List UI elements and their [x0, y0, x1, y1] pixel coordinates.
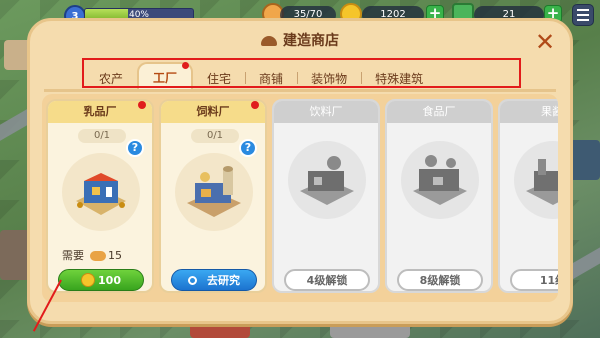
build-count: 0/1 — [191, 129, 239, 143]
unlock-level-button[interactable]: 8级解锁 — [397, 269, 483, 291]
research-label: 去研究 — [207, 274, 240, 287]
feed-mill-building-image — [175, 153, 253, 231]
building-card-dairy[interactable]: 乳品厂 0/1 ? 需要 15 100 — [46, 99, 154, 293]
search-icon — [188, 276, 197, 285]
building-card-beverage[interactable]: 饮料厂 4级解锁 — [272, 99, 380, 293]
beverage-building-image — [288, 141, 366, 219]
tab-highlight-box — [82, 58, 521, 88]
unlock-level-button[interactable]: 11级 — [510, 269, 558, 291]
unlock-level-button[interactable]: 4级解锁 — [284, 269, 370, 291]
food-building-image — [401, 141, 479, 219]
menu-icon[interactable] — [572, 4, 594, 26]
research-button[interactable]: 去研究 — [171, 269, 257, 291]
population-requirement: 需要 15 — [62, 247, 122, 263]
notification-dot — [251, 101, 259, 109]
close-button[interactable]: ✕ — [532, 29, 558, 55]
build-count: 0/1 — [78, 129, 126, 143]
card-title: 果酱 — [500, 101, 558, 123]
workers-icon — [90, 251, 106, 261]
dairy-building-image — [62, 153, 140, 231]
card-title: 乳品厂 — [48, 101, 152, 123]
tab-underline — [44, 89, 556, 92]
requirement-label: 需要 — [62, 249, 84, 262]
card-title: 饮料厂 — [274, 101, 378, 123]
buy-button[interactable]: 100 — [58, 269, 144, 291]
card-title: 食品厂 — [387, 101, 491, 123]
building-card-feed-mill[interactable]: 饲料厂 0/1 ? 去研究 — [159, 99, 267, 293]
jam-building-image — [514, 141, 558, 219]
card-title: 饲料厂 — [161, 101, 265, 123]
building-card-jam[interactable]: 果酱 11级 — [498, 99, 558, 293]
coin-icon — [81, 273, 96, 287]
price-label: 100 — [98, 274, 121, 287]
hard-hat-icon — [261, 36, 277, 46]
requirement-value: 15 — [108, 249, 122, 262]
notification-dot — [138, 101, 146, 109]
building-card-list[interactable]: 乳品厂 0/1 ? 需要 15 100 饲料厂 0/1 ? 去研究 饮料厂 4级… — [42, 94, 558, 302]
dialog-title-text: 建造商店 — [283, 33, 339, 49]
dialog-title: 建造商店 — [30, 30, 570, 50]
building-card-food[interactable]: 食品厂 8级解锁 — [385, 99, 493, 293]
